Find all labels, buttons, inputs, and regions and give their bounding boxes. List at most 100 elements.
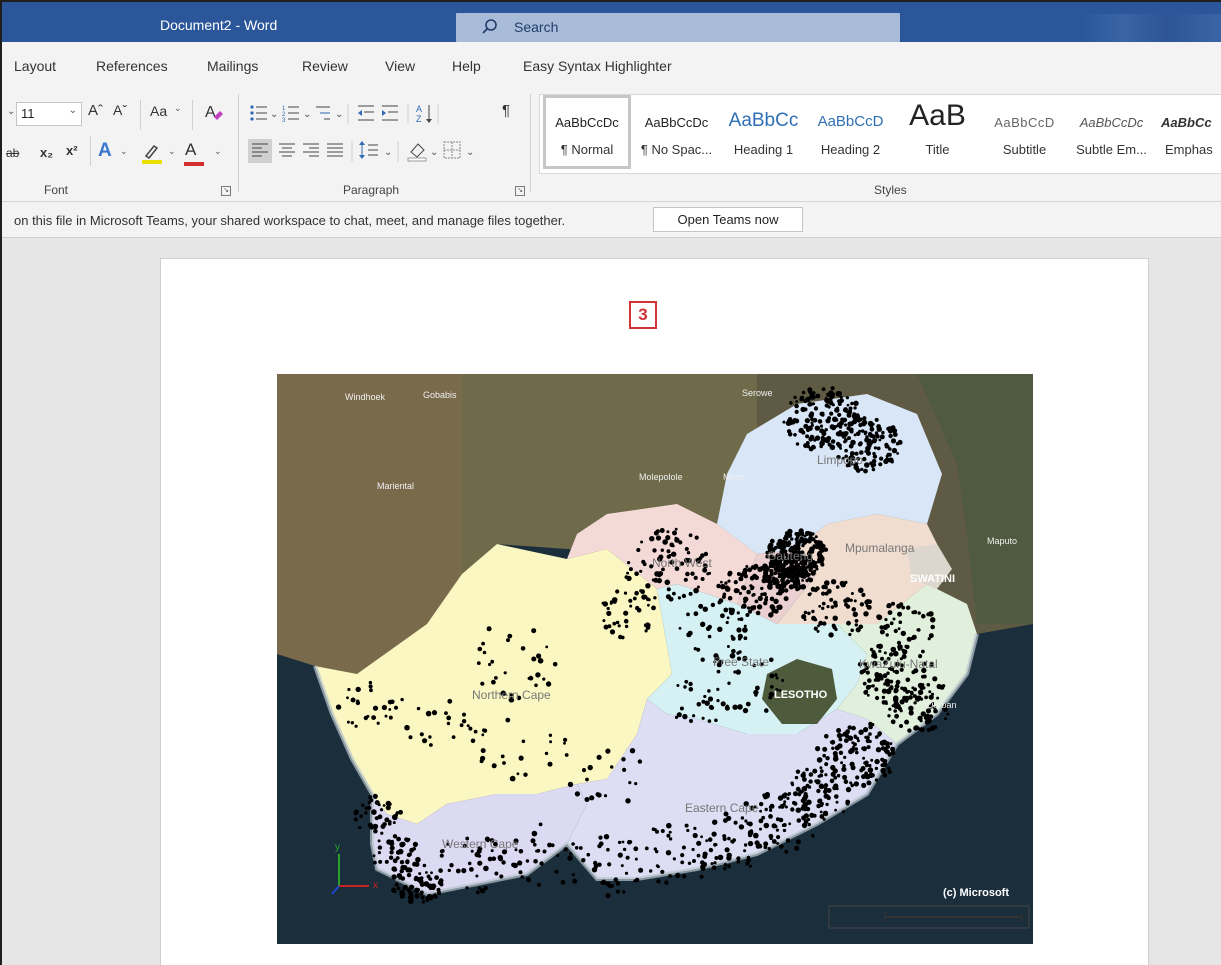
shrink-font-button[interactable]: Aˇ [113,102,127,118]
style-no-spacing[interactable]: AaBbCcDc ¶ No Spac... [633,95,720,169]
align-center-icon[interactable] [279,143,295,157]
map-point [609,629,616,635]
grow-font-button[interactable]: Aˆ [88,102,103,119]
map-point [854,623,858,627]
map-point [778,805,781,809]
map-point [392,858,398,864]
map-point [466,724,470,728]
map-point [725,704,729,708]
map-point [483,865,489,872]
map-point [636,608,642,613]
map-point [839,447,842,450]
font-color-button[interactable]: A [185,140,196,160]
map-point [886,671,890,675]
borders-icon[interactable] [443,141,461,159]
open-teams-button[interactable]: Open Teams now [653,207,803,232]
map-point [710,602,716,608]
subscript-button[interactable]: x₂ [40,145,53,160]
map-point [811,402,816,406]
increase-indent-icon[interactable] [382,105,398,121]
style-subtitle[interactable]: AaBbCcD Subtitle [981,95,1068,169]
style-normal[interactable]: AaBbCcDc ¶ Normal [543,95,631,169]
map-point [621,757,626,762]
map-point [701,716,705,720]
map-point [675,872,681,879]
south-africa-map-image[interactable]: Windhoek Gobabis Serowe Mariental Molepo… [277,374,1033,944]
style-name: Subtitle [1002,142,1047,157]
map-point [581,858,586,863]
style-subtle-emphasis[interactable]: AaBbCcDc Subtle Em... [1068,95,1155,169]
map-point [717,626,723,632]
map-point [824,762,829,767]
superscript-button[interactable]: x² [66,143,78,158]
map-point [520,646,526,651]
map-point [863,430,868,435]
style-heading-1[interactable]: AaBbCс Heading 1 [720,95,807,169]
align-right-icon[interactable] [303,143,319,157]
tab-references[interactable]: References [96,58,168,74]
map-point [391,866,397,872]
style-emphasis[interactable]: AaBbCc Emphas [1155,95,1221,169]
map-point [919,697,924,701]
map-point [438,878,444,884]
map-point [353,809,359,815]
map-point [768,695,773,700]
map-point [818,554,824,560]
tab-review[interactable]: Review [302,58,348,74]
style-heading-2[interactable]: AaBbCcD Heading 2 [807,95,894,169]
shading-icon[interactable] [407,143,427,162]
map-point [537,882,541,887]
tab-help[interactable]: Help [452,58,481,74]
map-point [547,842,552,848]
bullets-icon[interactable] [250,105,267,121]
numbering-icon[interactable]: 123 [282,106,299,124]
map-point [547,761,553,767]
justify-icon[interactable] [327,143,343,157]
map-point [586,852,591,857]
sort-icon[interactable]: AZ [416,104,432,124]
map-point [642,562,647,567]
highlight-icon[interactable] [140,140,164,166]
map-point [628,598,633,603]
tab-layout[interactable]: Layout [14,58,56,74]
clear-formatting-icon[interactable]: A [202,100,226,124]
font-name-dropdown-icon[interactable]: ⌄ [7,106,15,117]
map-point [812,768,818,774]
line-spacing-icon[interactable] [359,141,378,159]
map-point [846,403,850,407]
multilevel-list-icon[interactable] [316,106,330,120]
map-point [794,775,799,780]
search-box[interactable]: Search [456,13,900,42]
style-title[interactable]: AaB Title [894,95,981,169]
tab-easy-syntax-highlighter[interactable]: Easy Syntax Highlighter [523,58,672,74]
font-size-select[interactable]: ⌄ 11 ⌄ [7,102,82,126]
map-point [794,418,800,424]
font-dialog-launcher-icon[interactable]: ↘ [221,186,231,196]
map-point [765,569,769,573]
text-effects-button[interactable]: A [98,140,112,162]
paragraph-dialog-launcher-icon[interactable]: ↘ [515,186,525,196]
map-point [465,886,469,890]
tab-mailings[interactable]: Mailings [207,58,258,74]
map-point [794,532,799,536]
map-point [687,630,693,636]
map-point [929,617,936,623]
map-point [446,721,451,726]
decrease-indent-icon[interactable] [358,105,374,121]
map-point [875,695,880,701]
map-point [723,818,728,823]
map-point [382,804,386,807]
map-point [696,840,702,846]
map-point [419,876,424,880]
change-case-button[interactable]: Aa [150,103,167,119]
map-point [653,596,657,600]
map-point [428,735,432,739]
map-point [606,606,610,611]
map-point [825,756,830,761]
tab-view[interactable]: View [385,58,415,74]
strikethrough-button[interactable]: ab [6,146,19,160]
style-name: Heading 2 [820,142,881,157]
map-point [596,754,602,760]
show-formatting-marks-button[interactable]: ¶ [502,102,510,119]
map-point [784,849,789,854]
